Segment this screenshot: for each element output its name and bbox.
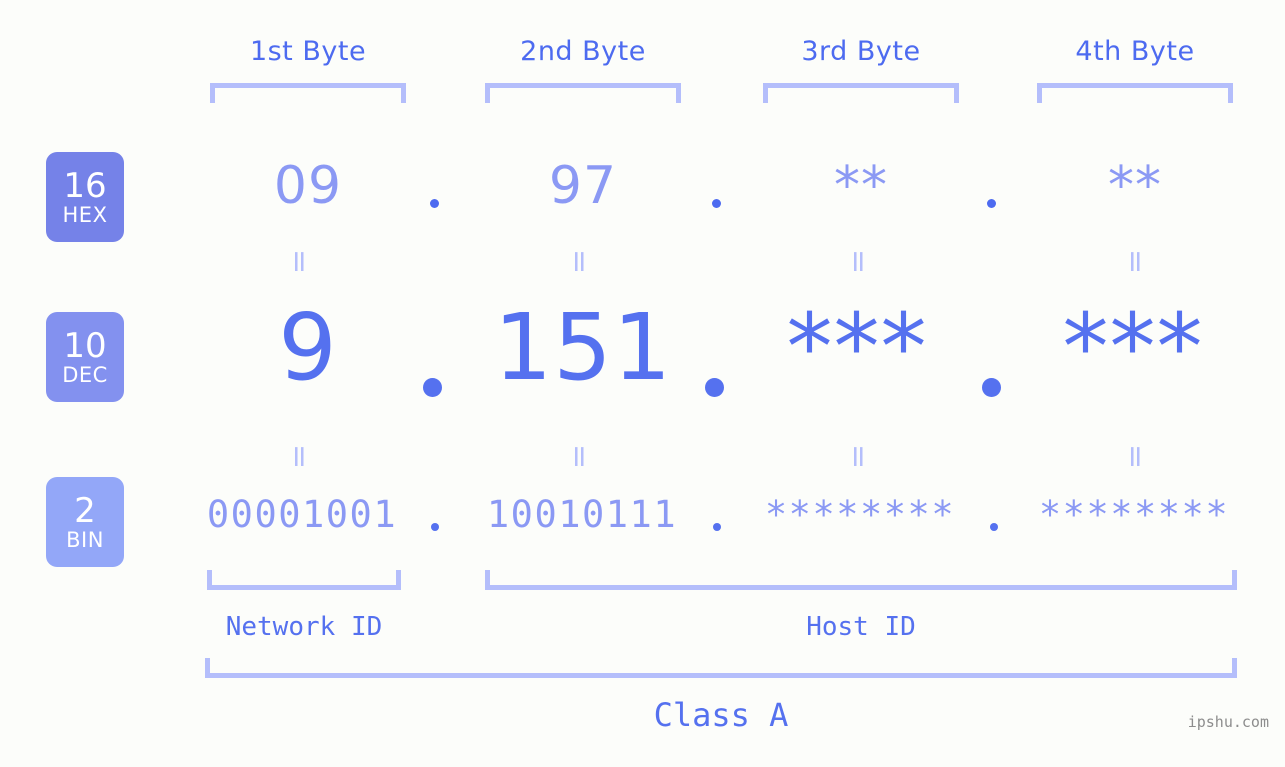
- equals-sign-dec-bin-2: =: [562, 444, 597, 470]
- host-id-bracket: [485, 570, 1237, 590]
- base-badge-bin: 2 BIN: [46, 477, 124, 567]
- hex-separator-dot-2: [712, 199, 721, 208]
- hex-byte-2: 97: [548, 156, 618, 216]
- site-watermark: ipshu.com: [1187, 713, 1269, 731]
- hex-separator-dot-3: [987, 199, 996, 208]
- host-id-label: Host ID: [806, 612, 916, 642]
- hex-byte-3: **: [834, 156, 888, 216]
- bin-separator-dot-3: [990, 523, 998, 531]
- byte-bracket-1: [210, 83, 406, 103]
- dec-byte-4: ***: [1062, 294, 1204, 401]
- byte-header-label-3: 3rd Byte: [801, 36, 921, 67]
- bin-byte-3: ********: [764, 493, 956, 536]
- base-badge-hex: 16 HEX: [46, 152, 124, 242]
- bin-byte-2: 10010111: [486, 493, 678, 536]
- byte-header-label-1: 1st Byte: [249, 36, 367, 67]
- byte-header-label-2: 2nd Byte: [520, 36, 646, 67]
- equals-sign-hex-dec-2: =: [562, 249, 597, 275]
- hex-separator-dot-1: [430, 199, 439, 208]
- base-badge-hex-name: HEX: [62, 202, 108, 227]
- hex-byte-1: 09: [273, 156, 343, 216]
- hex-byte-4: **: [1108, 156, 1162, 216]
- equals-sign-hex-dec-4: =: [1118, 249, 1153, 275]
- class-label: Class A: [653, 696, 789, 734]
- ip-address-breakdown-diagram: 1st Byte 2nd Byte 3rd Byte 4th Byte 16 H…: [0, 0, 1285, 767]
- base-badge-dec-number: 10: [63, 325, 107, 366]
- byte-bracket-4: [1037, 83, 1233, 103]
- base-badge-bin-number: 2: [74, 490, 96, 531]
- dec-separator-dot-2: [705, 378, 724, 397]
- bin-byte-4: ********: [1038, 493, 1230, 536]
- equals-sign-dec-bin-4: =: [1118, 444, 1153, 470]
- dec-byte-2: 151: [493, 294, 673, 401]
- base-badge-dec: 10 DEC: [46, 312, 124, 402]
- network-id-bracket: [207, 570, 401, 590]
- bin-separator-dot-1: [431, 523, 439, 531]
- dec-byte-1: 9: [278, 294, 338, 401]
- byte-bracket-3: [763, 83, 959, 103]
- equals-sign-dec-bin-1: =: [282, 444, 317, 470]
- equals-sign-hex-dec-1: =: [282, 249, 317, 275]
- class-bracket: [205, 658, 1237, 678]
- base-badge-dec-name: DEC: [62, 362, 108, 387]
- equals-sign-hex-dec-3: =: [841, 249, 876, 275]
- bin-byte-1: 00001001: [206, 493, 398, 536]
- base-badge-bin-name: BIN: [66, 527, 104, 552]
- bin-separator-dot-2: [713, 523, 721, 531]
- base-badge-hex-number: 16: [63, 165, 107, 206]
- dec-separator-dot-1: [423, 378, 442, 397]
- dec-byte-3: ***: [786, 294, 928, 401]
- equals-sign-dec-bin-3: =: [841, 444, 876, 470]
- byte-header-label-4: 4th Byte: [1075, 36, 1195, 67]
- dec-separator-dot-3: [982, 378, 1001, 397]
- network-id-label: Network ID: [225, 612, 383, 642]
- byte-bracket-2: [485, 83, 681, 103]
